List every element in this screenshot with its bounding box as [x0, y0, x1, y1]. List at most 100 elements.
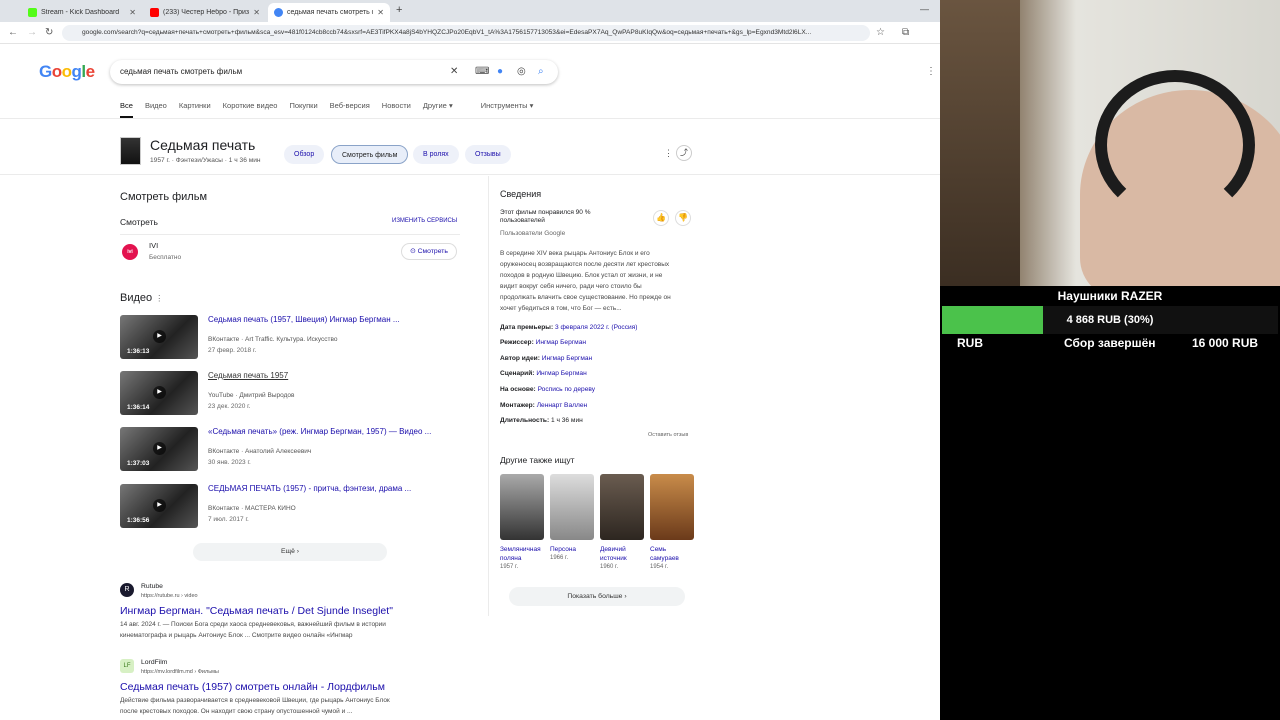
keyboard-icon[interactable]: ⌨ [475, 66, 489, 77]
also-name[interactable]: Персона [550, 545, 594, 554]
video-title[interactable]: Седьмая печать 1957 [208, 371, 288, 380]
tab-youtube[interactable]: (233) Честер Небро - Призна... ✕ [144, 3, 266, 22]
also-item[interactable]: Семь самураев 1954 г. [650, 474, 694, 570]
poster-image[interactable] [650, 474, 694, 540]
fact-value[interactable]: 3 февраля 2022 г. (Россия) [555, 324, 637, 331]
result-site: Rutube [141, 583, 163, 590]
nav-images[interactable]: Картинки [179, 101, 211, 118]
result-url[interactable]: https://mv.lordfilm.md › Фильмы [141, 669, 219, 675]
service-name[interactable]: IVI [149, 241, 158, 250]
more-videos-button[interactable]: Ещё › [193, 543, 387, 561]
mic-icon[interactable]: ● [497, 66, 503, 77]
watch-heading: Смотреть фильм [120, 191, 208, 203]
also-item[interactable]: Земляничная поляна 1957 г. [500, 474, 544, 570]
search-icon[interactable]: ⌕ [538, 66, 544, 77]
fact-value[interactable]: Ингмар Бергман [542, 355, 592, 362]
bookmark-star-icon[interactable]: ☆ [876, 27, 885, 38]
clear-icon[interactable]: ✕ [450, 66, 458, 77]
nav-shopping[interactable]: Покупки [289, 101, 317, 118]
also-name[interactable]: Земляничная поляна [500, 545, 544, 563]
video-source: ВКонтакте · Art Traffic. Культура. Искус… [208, 336, 338, 343]
address-bar: ← → ↻ google.com/search?q=седьмая+печать… [0, 22, 940, 44]
more-vert-icon[interactable]: ⋮ [155, 294, 163, 303]
fact-value[interactable]: Роспись по дереву [538, 386, 595, 393]
lens-icon[interactable]: ◎ [517, 66, 526, 77]
fact-value[interactable]: Леннарт Валлен [537, 402, 587, 409]
search-input[interactable]: седьмая печать смотреть фильм [120, 67, 242, 76]
change-services-link[interactable]: ИЗМЕНИТЬ СЕРВИСЫ [392, 218, 457, 224]
poster-image[interactable] [550, 474, 594, 540]
also-item[interactable]: Девичий источник 1960 г. [600, 474, 644, 570]
url-text: google.com/search?q=седьмая+печать+смотр… [82, 29, 812, 36]
fact-value[interactable]: Ингмар Бергман [536, 370, 586, 377]
tab-kick[interactable]: Stream - Kick Dashboard ✕ [22, 3, 142, 22]
pill-cast[interactable]: В ролях [413, 145, 459, 164]
pill-reviews[interactable]: Отзывы [465, 145, 511, 164]
more-vert-icon[interactable]: ⋮ [664, 148, 673, 159]
nav-all[interactable]: Все [120, 101, 133, 118]
result-title[interactable]: Ингмар Бергман. "Седьмая печать / Det Sj… [120, 605, 393, 617]
back-icon[interactable]: ← [8, 27, 18, 38]
feedback-link[interactable]: Оставить отзыв [648, 432, 688, 438]
video-item[interactable]: ▶ 1:36:13 Седьмая печать (1957, Швеция) И… [120, 315, 460, 359]
nav-tools[interactable]: Инструменты ▾ [481, 101, 534, 118]
nav-web[interactable]: Веб-версия [330, 101, 370, 118]
video-date: 30 янв. 2023 г. [208, 459, 251, 466]
video-item[interactable]: ▶ 1:36:56 СЕДЬМАЯ ПЕЧАТЬ (1957) - притча,… [120, 484, 460, 528]
show-more-button[interactable]: Показать больше › [509, 587, 685, 606]
result-title[interactable]: Седьмая печать (1957) смотреть онлайн - … [120, 681, 385, 693]
pill-overview[interactable]: Обзор [284, 145, 325, 164]
close-icon[interactable]: ✕ [129, 8, 136, 17]
play-circle-icon: ⊙ [410, 248, 418, 255]
thumbs-up-icon[interactable]: 👍 [653, 210, 669, 226]
minimize-icon[interactable]: — [920, 4, 929, 14]
url-field[interactable]: google.com/search?q=седьмая+печать+смотр… [62, 25, 870, 41]
google-logo[interactable]: Google [39, 62, 95, 82]
video-thumbnail[interactable]: ▶ 1:36:56 [120, 484, 198, 528]
nav-news[interactable]: Новости [382, 101, 411, 118]
video-thumbnail[interactable]: ▶ 1:36:13 [120, 315, 198, 359]
result-snippet: Действие фильма разворачивается в средне… [120, 697, 390, 704]
nav-shorts[interactable]: Короткие видео [223, 101, 278, 118]
goal-title: Наушники RAZER [1057, 289, 1163, 303]
video-title[interactable]: Седьмая печать (1957, Швеция) Ингмар Бер… [208, 315, 400, 324]
result-url[interactable]: https://rutube.ru › video [141, 593, 198, 599]
nav-more[interactable]: Другие ▾ [423, 101, 453, 118]
poster-image[interactable] [600, 474, 644, 540]
nav-video[interactable]: Видео [145, 101, 167, 118]
result-site: LordFilm [141, 659, 168, 666]
fact-value[interactable]: Ингмар Бергман [536, 339, 586, 346]
ivi-icon: ivi [122, 244, 138, 260]
video-thumbnail[interactable]: ▶ 1:37:03 [120, 427, 198, 471]
watch-button[interactable]: ⊙ Смотреть [401, 243, 457, 260]
pill-watch[interactable]: Смотреть фильм [331, 145, 409, 164]
new-tab-icon[interactable]: + [396, 4, 402, 16]
forward-icon[interactable]: → [27, 27, 37, 38]
share-icon[interactable]: ⤴ [676, 145, 692, 161]
poster-image[interactable] [500, 474, 544, 540]
apps-grid-icon[interactable]: ⋮⋮ [926, 66, 940, 77]
video-title[interactable]: «Седьмая печать» (реж. Ингмар Бергман, 1… [208, 427, 431, 436]
film-description: В середине XIV века рыцарь Антониус Блок… [500, 250, 671, 312]
tab-google[interactable]: седьмая печать смотреть фил... ✕ [268, 3, 390, 22]
reload-icon[interactable]: ↻ [45, 27, 53, 38]
tab-bar: Stream - Kick Dashboard ✕ (233) Честер Н… [0, 0, 940, 22]
also-name[interactable]: Семь самураев [650, 545, 694, 563]
video-title[interactable]: СЕДЬМАЯ ПЕЧАТЬ (1957) - притча, фэнтези,… [208, 484, 411, 493]
also-search-heading: Другие также ищут [500, 455, 575, 465]
extensions-icon[interactable]: ⧉ [902, 27, 909, 38]
video-thumbnail[interactable]: ▶ 1:36:14 [120, 371, 198, 415]
film-poster-thumb[interactable] [120, 137, 141, 165]
close-icon[interactable]: ✕ [253, 8, 260, 17]
play-icon: ▶ [153, 442, 166, 455]
close-icon[interactable]: ✕ [377, 8, 384, 17]
also-item[interactable]: Персона 1966 г. [550, 474, 594, 561]
video-source: ВКонтакте · МАСТЕРА КИНО [208, 505, 296, 512]
info-heading: Сведения [500, 189, 542, 199]
video-item[interactable]: ▶ 1:37:03 «Седьмая печать» (реж. Ингмар Б… [120, 427, 460, 471]
also-name[interactable]: Девичий источник [600, 545, 644, 563]
search-box[interactable]: седьмая печать смотреть фильм ✕ ⌨ ● ◎ ⌕ [110, 60, 558, 84]
thumbs-down-icon[interactable]: 👎 [675, 210, 691, 226]
video-item[interactable]: ▶ 1:36:14 Седьмая печать 1957 YouTube · Д… [120, 371, 460, 415]
also-year: 1957 г. [500, 564, 519, 570]
